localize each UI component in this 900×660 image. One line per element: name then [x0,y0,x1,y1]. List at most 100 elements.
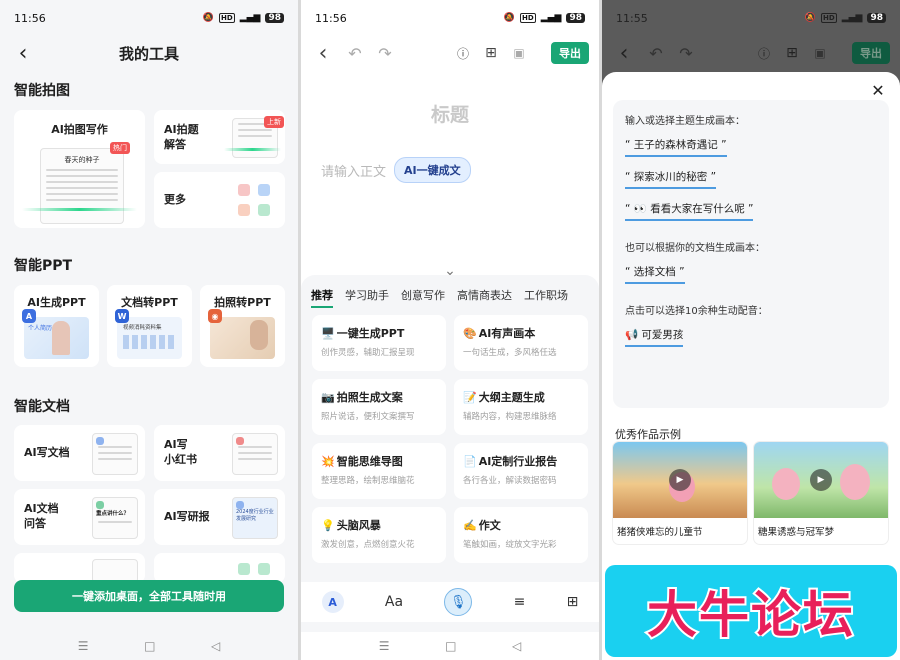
hd-icon: HD [520,13,536,23]
partial-card-right[interactable] [154,553,285,583]
voice-prompt-label: 点击可以选择10余种生动配音： [625,306,768,317]
function-title: 一键生成PPT [336,327,405,340]
save-icon[interactable]: ▣ [507,41,531,65]
more-card[interactable]: 更多 [154,172,285,228]
voice-chip[interactable]: 📢 可爱男孩 [625,327,684,347]
xiaohongshu-card[interactable]: AI写 小红书 [154,425,285,481]
title-input[interactable]: 标题 [301,100,599,127]
back-icon: ‹ [619,40,629,66]
back-button[interactable]: ‹ [10,40,36,66]
theme-chip[interactable]: “ 👀 看看大家在写什么呢 ” [625,201,754,221]
add-image-icon[interactable]: ⊞ [479,41,503,65]
home-nav-icon[interactable]: □ [144,639,155,653]
monitor-icon: 🖥️ [321,327,335,340]
hd-icon: HD [219,13,235,23]
photo-write-card[interactable]: AI拍图写作 春天的种子 热门 [14,110,145,228]
mute-icon: 🔕 [503,13,516,23]
function-desc: 激发创意，点燃创意火花 [321,540,415,550]
home-nav-icon[interactable]: □ [445,639,456,653]
function-card[interactable]: 🎨 AI有声画本 一句话生成，多风格任选 [454,315,588,371]
function-desc: 辅路内容，构建思维脉络 [463,412,557,422]
body-input[interactable]: 请输入正文 [321,161,386,180]
export-button: 导出 [852,42,890,64]
tab-recommended[interactable]: 推荐 [311,287,333,308]
partial-card-left[interactable] [14,553,145,583]
function-card[interactable]: 💥 智能思维导图 整理思路，绘制思维脑花 [312,443,446,499]
doc-qa-card[interactable]: AI文档 问答 重点讲什么？ [14,489,145,545]
microphone-icon[interactable]: 🎙 [444,588,473,616]
signal-icon: ▂▄▆ [239,13,261,23]
example-card[interactable]: ▶ 糖果诱惑与冠军梦 [754,442,888,544]
function-card[interactable]: 📷 拍照生成文案 照片说话，便利文案撰写 [312,379,446,435]
ai-report-label: AI写研报 [164,510,210,523]
menu-nav-icon[interactable]: ☰ [379,639,390,653]
status-time: 11:56 [315,11,347,25]
report-thumb-text: 2024度行业行业发展研究 [236,509,274,522]
info-icon: ⓘ [757,46,770,61]
ai-write-pill[interactable]: AI一键成文 [394,157,471,183]
function-card[interactable]: 💡 头脑风暴 激发创意，点燃创意火花 [312,507,446,563]
add-to-desktop-button[interactable]: 一键添加桌面，全部工具随时用 [14,580,284,612]
scan-line [22,208,137,211]
section-title-photo: 智能拍图 [14,83,70,99]
ai-ppt-card[interactable]: AI生成PPT A 个人简历 [14,285,99,367]
tab-study[interactable]: 学习助手 [345,287,389,308]
save-icon: ▣ [814,46,826,60]
ai-write-doc-card[interactable]: AI写文档 [14,425,145,481]
ai-report-card[interactable]: AI写研报 2024度行业行业发展研究 [154,489,285,545]
function-title: 作文 [478,519,501,532]
export-button[interactable]: 导出 [551,42,589,64]
example-card[interactable]: ▶ 猪猪侠难忘的儿童节 [613,442,747,544]
function-card[interactable]: 📄 AI定制行业报告 各行各业，解读数据密码 [454,443,588,499]
status-bar: 11:55 🔕 HD ▂▄▆ 98 [602,0,900,36]
redo-icon[interactable]: ↷ [373,41,397,65]
play-icon[interactable]: ▶ [669,469,691,491]
info-icon[interactable]: ⓘ [451,41,475,65]
undo-icon[interactable]: ↶ [343,41,367,65]
select-doc-chip[interactable]: “ 选择文档 ” [625,264,685,284]
play-icon[interactable]: ▶ [810,469,832,491]
back-nav-icon[interactable]: ◁ [512,639,521,653]
photo-write-label: AI拍图写作 [51,123,108,136]
ai-ppt-label: AI生成PPT [27,296,86,309]
function-card[interactable]: 📝 大纲主题生成 辅路内容，构建思维脉络 [454,379,588,435]
font-style-button[interactable]: Aa [385,594,403,610]
camera-app-icon: ◉ [208,309,222,323]
report-thumbnail: 2024度行业行业发展研究 [232,497,278,539]
tab-work[interactable]: 工作职场 [524,287,568,308]
function-title: AI有声画本 [478,327,536,340]
photo-qa-card[interactable]: AI拍题 解答 上新 [154,110,285,164]
function-card[interactable]: ✍️ 作文 笔触如画，绽放文字光彩 [454,507,588,563]
back-icon[interactable]: ‹ [311,41,335,66]
mute-icon: 🔕 [804,13,817,23]
function-card[interactable]: 🖥️ 一键生成PPT 创作灵感，辅助汇报呈现 [312,315,446,371]
doc-to-ppt-card[interactable]: 文档转PPT W 视频消耗资料集 [107,285,192,367]
palette-icon: 🎨 [463,327,477,340]
editor-screen: 11:56 🔕 HD ▂▄▆ 98 ‹ ↶ ↷ ⓘ ⊞ ▣ 导出 标题 请输入正… [301,0,599,660]
ai-assistant-icon[interactable]: A [321,591,344,613]
body-area: 请输入正文 AI一键成文 [321,157,599,183]
close-icon[interactable]: ✕ [868,80,888,100]
photo-to-ppt-card[interactable]: 拍照转PPT ◉ [200,285,285,367]
paper-heading: 春天的种子 [64,156,100,164]
format-toolbar: A Aa 🎙 ≡ ⊞ [301,582,599,622]
lightbulb-icon: 💡 [321,519,335,532]
function-title: 大纲主题生成 [478,391,545,404]
tab-eq[interactable]: 高情商表达 [457,287,512,308]
theme-chip[interactable]: “ 探索冰川的秘密 ” [625,169,717,189]
collapse-chevron-icon[interactable]: ⌄ [444,263,456,279]
align-icon[interactable]: ≡ [514,594,526,610]
example-thumbnail: ▶ [754,442,888,518]
back-nav-icon[interactable]: ◁ [211,639,220,653]
section-title-docs: 智能文档 [14,399,70,415]
theme-chip[interactable]: “ 王子的森林奇遇记 ” [625,137,727,157]
function-desc: 整理思路，绘制思维脑花 [321,476,415,486]
menu-nav-icon[interactable]: ☰ [78,639,89,653]
function-title: 智能思维导图 [336,455,403,468]
doc-qa-thumb-text: 重点讲什么？ [96,511,130,517]
tab-creative[interactable]: 创意写作 [401,287,445,308]
section-title-ppt: 智能PPT [14,258,73,274]
document-icon: 📄 [463,455,477,468]
function-grid: 🖥️ 一键生成PPT 创作灵感，辅助汇报呈现 🎨 AI有声画本 一句话生成，多风格任… [312,315,588,563]
grid-icon[interactable]: ⊞ [567,594,579,610]
